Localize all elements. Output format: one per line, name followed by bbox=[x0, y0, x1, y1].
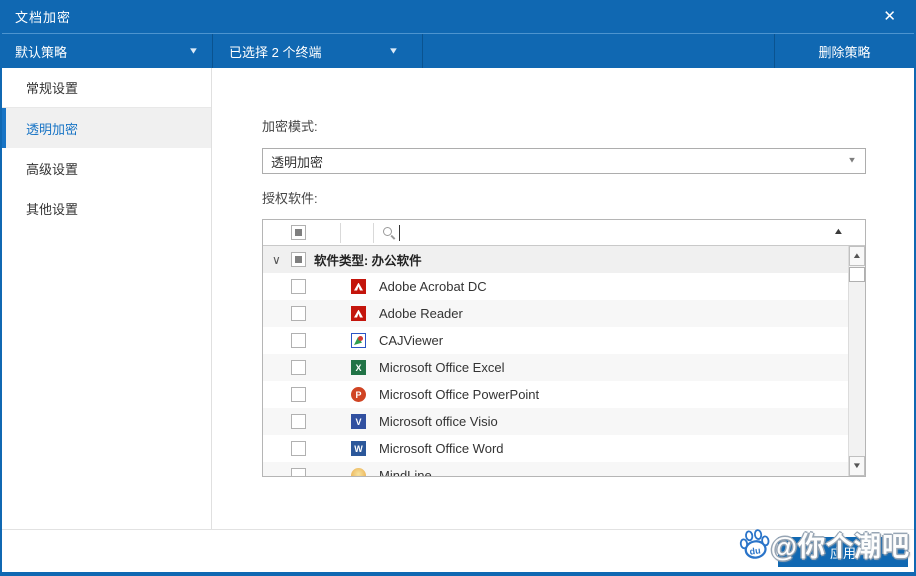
search-icon bbox=[383, 227, 392, 236]
excel-icon: X bbox=[351, 360, 366, 375]
visio-icon: V bbox=[351, 414, 366, 429]
policy-dropdown[interactable]: 默认策略 ▼ bbox=[2, 34, 212, 68]
software-row[interactable]: Adobe Reader bbox=[263, 300, 865, 327]
main-panel: 加密模式: 透明加密 ▼ 授权软件: ▲ ∨ bbox=[212, 68, 914, 529]
column-divider bbox=[373, 223, 374, 243]
toolbar: 默认策略 ▼ 已选择 2 个终端 ▼ 删除策略 bbox=[2, 34, 914, 68]
sidebar-item-label: 高级设置 bbox=[26, 159, 78, 178]
chevron-down-icon[interactable]: ∨ bbox=[272, 254, 286, 266]
sidebar-item-2[interactable]: 高级设置 bbox=[2, 148, 211, 188]
terminal-dropdown[interactable]: 已选择 2 个终端 ▼ bbox=[213, 34, 422, 68]
software-name: Microsoft Office PowerPoint bbox=[379, 387, 539, 402]
scroll-down-button[interactable]: ▼ bbox=[849, 456, 865, 476]
encrypt-mode-select[interactable]: 透明加密 ▼ bbox=[262, 148, 866, 174]
delete-policy-button[interactable]: 删除策略 bbox=[775, 34, 914, 68]
group-checkbox[interactable] bbox=[291, 252, 306, 267]
chevron-down-icon: ▼ bbox=[188, 46, 199, 55]
software-checkbox[interactable] bbox=[291, 360, 306, 375]
software-checkbox[interactable] bbox=[291, 333, 306, 348]
software-rows: Adobe Acrobat DC Adobe Reader CAJViewer … bbox=[263, 273, 865, 476]
terminal-dropdown-label: 已选择 2 个终端 bbox=[229, 42, 321, 61]
scrollbar-thumb[interactable] bbox=[849, 267, 865, 282]
software-checkbox[interactable] bbox=[291, 387, 306, 402]
software-checkbox[interactable] bbox=[291, 468, 306, 476]
software-name: Microsoft Office Excel bbox=[379, 360, 504, 375]
title-bar: 文档加密 ✕ bbox=[2, 0, 914, 34]
chevron-down-icon: ▼ bbox=[847, 157, 857, 165]
software-row[interactable]: CAJViewer bbox=[263, 327, 865, 354]
adobe-icon bbox=[351, 306, 366, 321]
column-divider bbox=[340, 223, 341, 243]
window-title: 文档加密 bbox=[15, 7, 71, 26]
sidebar-item-label: 透明加密 bbox=[26, 119, 78, 138]
software-name: Microsoft Office Word bbox=[379, 441, 504, 456]
authorized-software-label: 授权软件: bbox=[262, 188, 318, 207]
scroll-up-button[interactable]: ▲ bbox=[849, 246, 865, 266]
powerpoint-icon: P bbox=[351, 387, 366, 402]
word-icon: W bbox=[351, 441, 366, 456]
encrypt-mode-value: 透明加密 bbox=[271, 152, 323, 171]
text-caret bbox=[399, 225, 400, 241]
toolbar-spacer bbox=[423, 34, 774, 68]
software-checkbox[interactable] bbox=[291, 414, 306, 429]
software-group-row[interactable]: ∨ 软件类型: 办公软件 bbox=[263, 246, 865, 273]
adobe-icon bbox=[351, 279, 366, 294]
mindline-icon bbox=[351, 468, 366, 476]
sidebar-item-label: 其他设置 bbox=[26, 199, 78, 218]
software-list: ▲ ∨ 软件类型: 办公软件 Adobe Acrobat DC Adobe Re… bbox=[262, 219, 866, 477]
sidebar-item-label: 常规设置 bbox=[26, 78, 78, 97]
content-area: 常规设置 透明加密 高级设置 其他设置 加密模式: 透明加密 ▼ 授权软件: bbox=[2, 68, 914, 529]
scrollbar[interactable]: ▲ ▼ bbox=[848, 246, 865, 476]
software-row[interactable]: MindLine bbox=[263, 462, 865, 476]
sidebar: 常规设置 透明加密 高级设置 其他设置 bbox=[2, 68, 212, 529]
software-name: Microsoft office Visio bbox=[379, 414, 498, 429]
document-encryption-window: 文档加密 ✕ 默认策略 ▼ 已选择 2 个终端 ▼ 删除策略 常规设置 透明加密… bbox=[0, 0, 916, 576]
software-checkbox[interactable] bbox=[291, 279, 306, 294]
caj-icon bbox=[351, 333, 366, 348]
encrypt-mode-label: 加密模式: bbox=[262, 116, 318, 135]
software-list-header: ▲ bbox=[263, 220, 865, 246]
software-name: Adobe Acrobat DC bbox=[379, 279, 487, 294]
software-list-body: ∨ 软件类型: 办公软件 Adobe Acrobat DC Adobe Read… bbox=[263, 246, 865, 476]
policy-dropdown-label: 默认策略 bbox=[15, 42, 67, 61]
software-row[interactable]: V Microsoft office Visio bbox=[263, 408, 865, 435]
software-checkbox[interactable] bbox=[291, 306, 306, 321]
search-input[interactable] bbox=[402, 221, 822, 244]
software-checkbox[interactable] bbox=[291, 441, 306, 456]
apply-button[interactable]: 应用 bbox=[778, 537, 908, 567]
chevron-down-icon: ▼ bbox=[388, 46, 399, 55]
arrow-up-icon: ▲ bbox=[852, 252, 862, 260]
software-name: CAJViewer bbox=[379, 333, 443, 348]
sidebar-item-3[interactable]: 其他设置 bbox=[2, 188, 211, 228]
software-name: Adobe Reader bbox=[379, 306, 463, 321]
software-row[interactable]: X Microsoft Office Excel bbox=[263, 354, 865, 381]
software-row[interactable]: Adobe Acrobat DC bbox=[263, 273, 865, 300]
sidebar-item-0[interactable]: 常规设置 bbox=[2, 68, 211, 108]
software-name: MindLine bbox=[379, 468, 432, 476]
software-row[interactable]: P Microsoft Office PowerPoint bbox=[263, 381, 865, 408]
software-row[interactable]: W Microsoft Office Word bbox=[263, 435, 865, 462]
sidebar-item-1[interactable]: 透明加密 bbox=[2, 108, 211, 148]
arrow-down-icon: ▼ bbox=[852, 462, 862, 470]
select-all-checkbox[interactable] bbox=[291, 225, 306, 240]
footer-bar: 应用 bbox=[2, 529, 914, 572]
collapse-icon[interactable]: ▲ bbox=[833, 227, 845, 236]
group-label: 软件类型: 办公软件 bbox=[314, 250, 422, 269]
close-icon[interactable]: ✕ bbox=[880, 7, 899, 26]
